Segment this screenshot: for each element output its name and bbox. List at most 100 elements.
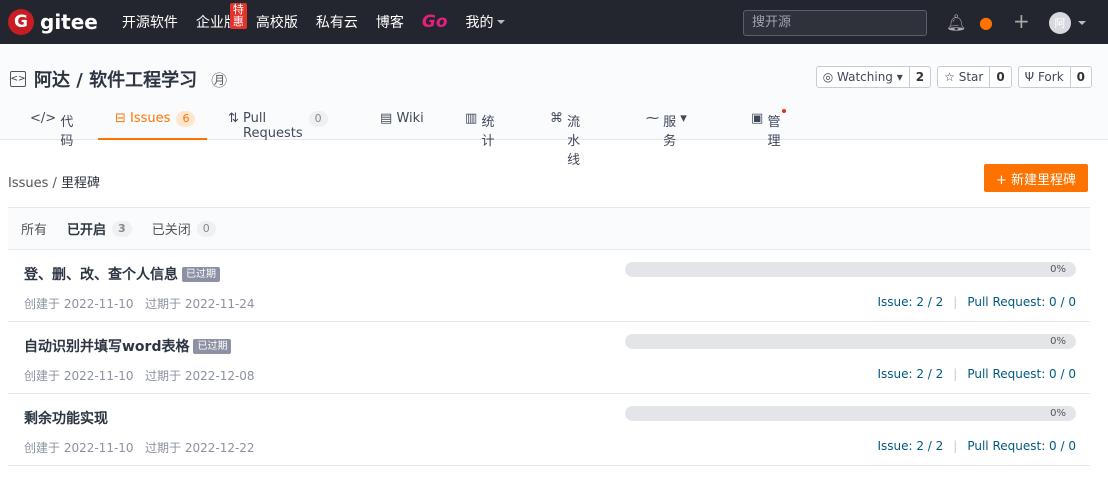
overdue-badge: 已过期 bbox=[193, 338, 232, 354]
issue-count-link[interactable]: Issue: 2 / 2 bbox=[877, 295, 943, 309]
repo-title-text[interactable]: 阿达 / 软件工程学习 bbox=[34, 66, 197, 92]
fork-icon: Ψ Fork bbox=[1024, 70, 1064, 84]
gitee-logo-text: gitee bbox=[40, 10, 98, 34]
plus-icon[interactable]: + bbox=[1013, 9, 1030, 33]
pull-request-count-link[interactable]: Pull Request: 0 / 0 bbox=[967, 439, 1076, 453]
lightbulb-icon[interactable]: ● bbox=[979, 13, 993, 32]
bell-icon[interactable]: 🔔︎ bbox=[946, 13, 966, 32]
tab-stats[interactable]: ▥ 统计 bbox=[465, 111, 494, 149]
tab-manage[interactable]: ▣ 管理 bbox=[751, 109, 787, 149]
eye-icon: ◎ Watching ▾ bbox=[822, 70, 903, 84]
divider: | bbox=[953, 295, 958, 309]
milestone-created: 创建于 2022-11-10 bbox=[24, 297, 134, 311]
watching-label: Watching bbox=[837, 70, 893, 84]
tab-code-label: 代码 bbox=[60, 115, 74, 149]
star-count[interactable]: 0 bbox=[989, 67, 1010, 87]
progress-bar: 0% bbox=[625, 262, 1076, 277]
tab-pull-requests[interactable]: ⇅ Pull Requests 0 bbox=[228, 111, 328, 141]
fork-count[interactable]: 0 bbox=[1069, 67, 1091, 87]
nav-education[interactable]: 高校版 bbox=[256, 12, 298, 32]
tab-pull-requests-label: Pull Requests bbox=[243, 111, 303, 141]
tab-issues[interactable]: ⊟ Issues 6 bbox=[98, 111, 207, 140]
avatar[interactable]: 阿 bbox=[1049, 12, 1071, 34]
milestone-title[interactable]: 登、删、改、查个人信息 已过期 bbox=[24, 264, 220, 284]
chevron-down-icon bbox=[496, 20, 505, 24]
progress-bar: 0% bbox=[625, 406, 1076, 421]
nav-private-cloud[interactable]: 私有云 bbox=[316, 12, 358, 32]
tab-wiki[interactable]: ▤ Wiki bbox=[380, 111, 424, 140]
filter-closed[interactable]: 已关闭 0 bbox=[152, 219, 216, 238]
issue-count-link[interactable]: Issue: 2 / 2 bbox=[877, 439, 943, 453]
nav-enterprise[interactable]: 企业版 特惠 bbox=[196, 3, 247, 32]
search-input[interactable]: 搜开源 bbox=[743, 10, 927, 36]
milestone-title-text: 剩余功能实现 bbox=[24, 411, 108, 427]
milestone-due: 过期于 2022-12-22 bbox=[145, 441, 255, 455]
milestone-title[interactable]: 剩余功能实现 bbox=[24, 408, 108, 428]
repo-code-icon: <> bbox=[10, 71, 26, 87]
repo-title: <> 阿达 / 软件工程学习 ㊊ bbox=[10, 66, 227, 92]
gitee-logo-icon: G bbox=[8, 9, 34, 35]
star-icon: ☆ Star bbox=[944, 70, 984, 84]
milestone-due: 过期于 2022-11-24 bbox=[145, 297, 255, 311]
tab-manage-label: 管理 bbox=[767, 115, 781, 149]
filter-open[interactable]: 已开启 3 bbox=[67, 219, 132, 238]
filter-open-count: 3 bbox=[112, 220, 132, 237]
pull-requests-count: 0 bbox=[308, 111, 328, 127]
milestone-dates: 创建于 2022-11-10 过期于 2022-11-24 bbox=[24, 295, 255, 312]
breadcrumb: Issues / 里程碑 bbox=[8, 172, 100, 191]
breadcrumb-issues[interactable]: Issues bbox=[8, 176, 48, 191]
services-icon: ⁓ bbox=[646, 111, 659, 126]
tab-issues-label: Issues bbox=[130, 111, 171, 126]
milestone-links: Issue: 2 / 2 | Pull Request: 0 / 0 bbox=[877, 295, 1076, 309]
notification-dot bbox=[782, 109, 787, 113]
chevron-down-icon[interactable] bbox=[1078, 21, 1086, 25]
star-label: Star bbox=[958, 70, 984, 84]
milestone-item: 自动识别并填写word表格 已过期 创建于 2022-11-10 过期于 2022… bbox=[8, 322, 1090, 394]
new-milestone-button[interactable]: + 新建里程碑 bbox=[983, 164, 1088, 192]
star-button[interactable]: ☆ Star 0 bbox=[937, 66, 1012, 88]
wiki-icon: ▤ bbox=[380, 111, 393, 126]
divider: | bbox=[953, 439, 958, 453]
milestone-item: 登、删、改、查个人信息 已过期 创建于 2022-11-10 过期于 2022-1… bbox=[8, 250, 1090, 322]
progress-bar: 0% bbox=[625, 334, 1076, 349]
nav-go[interactable]: Go bbox=[422, 12, 448, 32]
milestone-links: Issue: 2 / 2 | Pull Request: 0 / 0 bbox=[877, 367, 1076, 381]
milestone-title-text: 自动识别并填写word表格 bbox=[24, 339, 190, 355]
watching-count[interactable]: 2 bbox=[908, 67, 930, 87]
tab-pipeline[interactable]: ⌘ 流水线 bbox=[550, 111, 580, 168]
milestone-dates: 创建于 2022-11-10 过期于 2022-12-22 bbox=[24, 439, 255, 456]
tab-stats-label: 统计 bbox=[481, 115, 495, 149]
milestone-created: 创建于 2022-11-10 bbox=[24, 441, 134, 455]
pull-request-count-link[interactable]: Pull Request: 0 / 0 bbox=[967, 295, 1076, 309]
pull-request-count-link[interactable]: Pull Request: 0 / 0 bbox=[967, 367, 1076, 381]
milestone-title-text: 登、删、改、查个人信息 bbox=[24, 267, 178, 283]
special-offer-badge: 特惠 bbox=[229, 3, 247, 30]
milestone-item: 剩余功能实现 创建于 2022-11-10 过期于 2022-12-22 0% … bbox=[8, 394, 1090, 466]
milestone-title[interactable]: 自动识别并填写word表格 已过期 bbox=[24, 336, 232, 356]
tab-pipeline-label: 流水线 bbox=[567, 115, 581, 168]
milestone-created: 创建于 2022-11-10 bbox=[24, 369, 134, 383]
filter-closed-count: 0 bbox=[196, 220, 216, 237]
tab-code[interactable]: </> 代码 bbox=[30, 111, 73, 149]
filter-all[interactable]: 所有 bbox=[21, 219, 47, 238]
progress-label: 0% bbox=[1050, 408, 1066, 419]
issues-count: 6 bbox=[176, 111, 196, 127]
nav-open-source[interactable]: 开源软件 bbox=[122, 12, 178, 32]
gitee-logo[interactable]: G gitee bbox=[8, 9, 98, 35]
tab-services-label: 服务 bbox=[663, 115, 677, 149]
milestone-links: Issue: 2 / 2 | Pull Request: 0 / 0 bbox=[877, 439, 1076, 453]
tab-services[interactable]: ⁓ 服务 ▾ bbox=[646, 111, 687, 149]
progress-label: 0% bbox=[1050, 264, 1066, 275]
nav-blog[interactable]: 博客 bbox=[376, 12, 404, 32]
tab-wiki-label: Wiki bbox=[396, 111, 424, 126]
milestone-due: 过期于 2022-12-08 bbox=[145, 369, 255, 383]
chevron-down-icon: ▾ bbox=[680, 111, 687, 126]
pipeline-icon: ⌘ bbox=[550, 111, 563, 126]
filter-closed-label: 已关闭 bbox=[151, 223, 191, 238]
watching-button[interactable]: ◎ Watching ▾ 2 bbox=[815, 66, 932, 88]
nav-mine-dropdown[interactable]: 我的 bbox=[466, 12, 505, 32]
top-nav: 开源软件 企业版 特惠 高校版 私有云 博客 Go 我的 bbox=[122, 3, 505, 32]
manage-icon: ▣ bbox=[751, 111, 764, 126]
fork-button[interactable]: Ψ Fork 0 bbox=[1017, 66, 1092, 88]
issue-count-link[interactable]: Issue: 2 / 2 bbox=[877, 367, 943, 381]
